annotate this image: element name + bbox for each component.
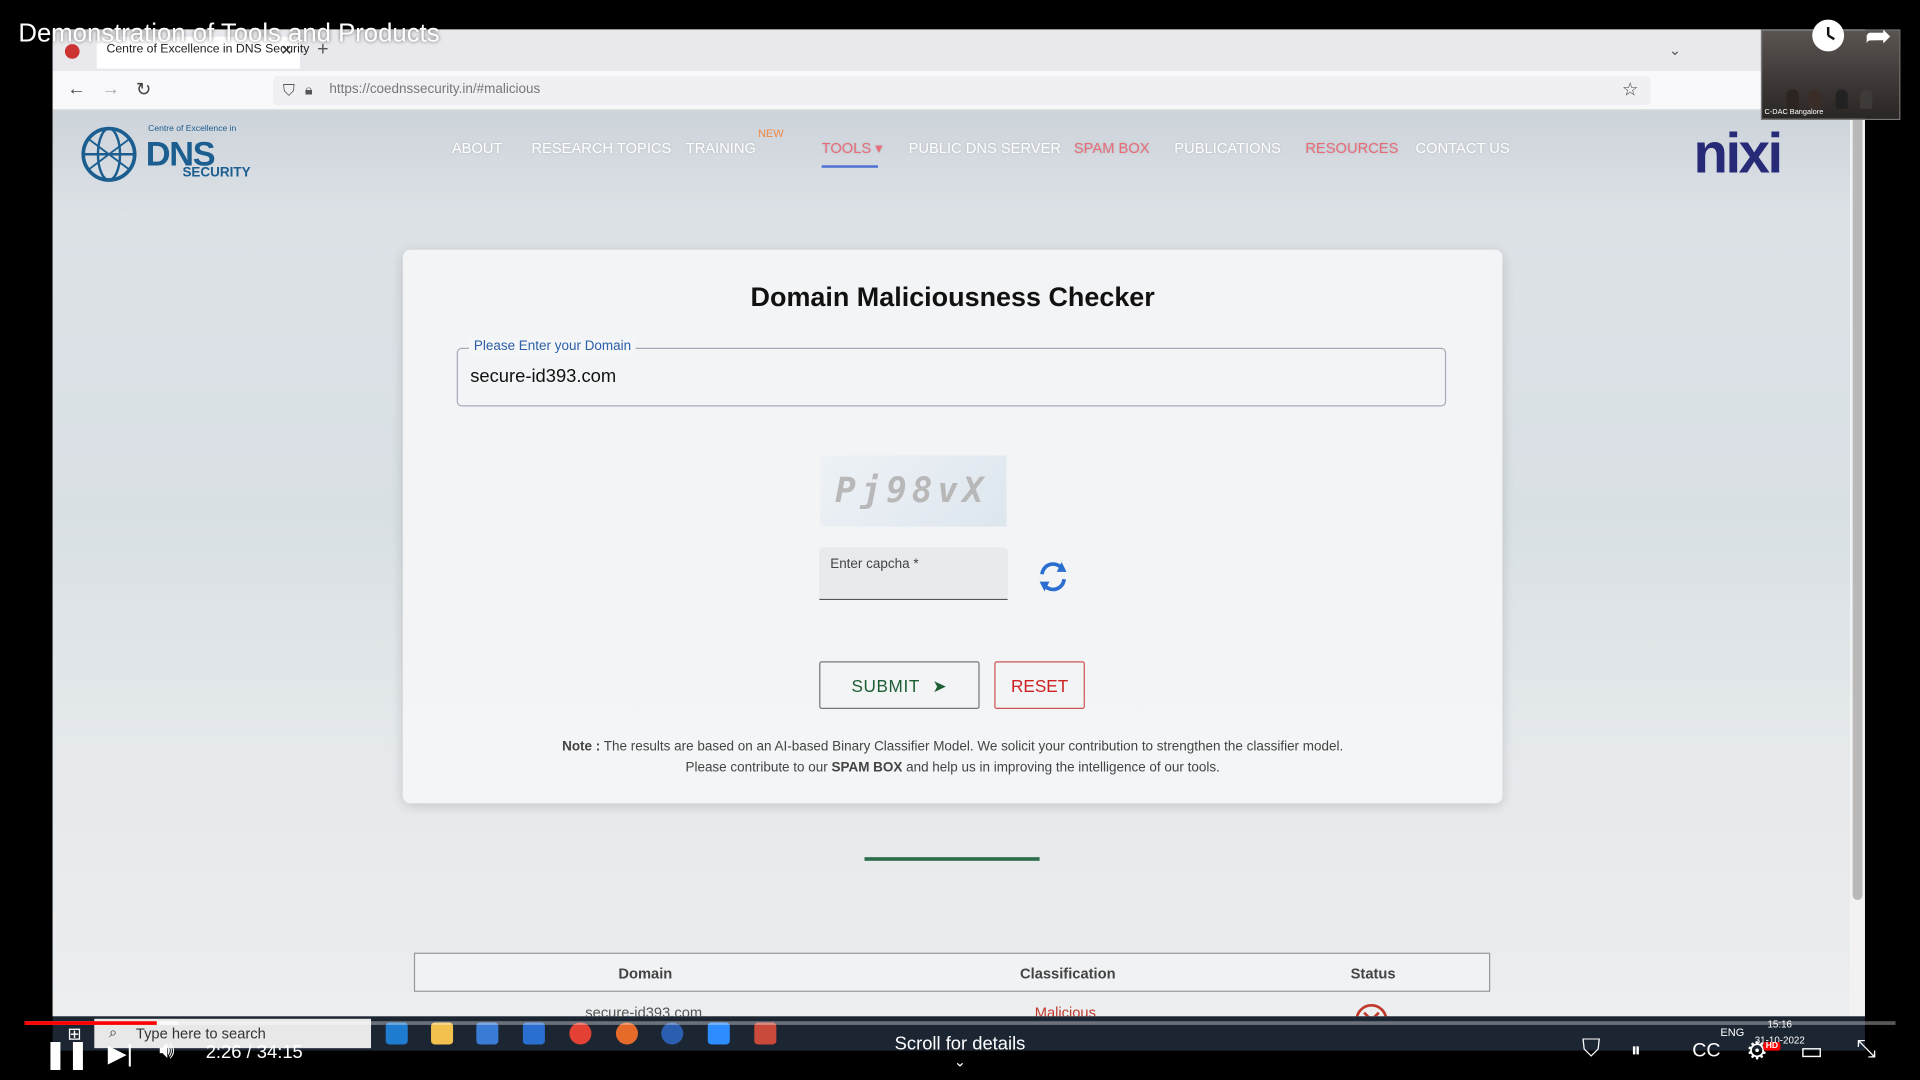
active-nav-underline <box>821 165 878 168</box>
navigation-bar: ← → ↻ ⛉ 🔒︎ https://coednssecurity.in/#ma… <box>52 71 1865 111</box>
progress-bar[interactable] <box>24 1021 1896 1025</box>
scroll-thumb[interactable] <box>1852 110 1863 901</box>
site-logo[interactable]: Centre of Excellence in DNS SECURITY <box>80 125 251 189</box>
header-domain: Domain <box>618 964 673 983</box>
captcha-text: Pj98vX <box>835 470 989 511</box>
logo-security-text: SECURITY <box>182 165 251 181</box>
url-text: https://coednssecurity.in/#malicious <box>329 82 541 97</box>
note-line1: The results are based on an AI-based Bin… <box>600 739 1344 755</box>
caret-down-icon: ▾ <box>875 139 883 157</box>
disclaimer-note: Note : The results are based on an AI-ba… <box>403 737 1503 779</box>
browser-window: Centre of Excellence in DNS Security ✕ +… <box>52 29 1865 1017</box>
lock-icon[interactable]: 🔒︎ <box>305 81 313 99</box>
refresh-captcha-icon[interactable] <box>1035 558 1072 595</box>
domain-field[interactable] <box>456 347 1447 407</box>
send-arrow-icon: ➤ <box>932 675 948 696</box>
page-scrollbar[interactable] <box>1850 110 1865 1017</box>
captcha-input-label: Enter capcha * <box>830 557 919 572</box>
forward-icon[interactable]: → <box>102 78 120 99</box>
submit-button[interactable]: SUBMIT ➤ <box>819 661 980 709</box>
nav-resources[interactable]: RESOURCES <box>1305 140 1398 157</box>
section-indicator <box>864 857 1040 861</box>
captions-icon[interactable]: CC <box>1692 1041 1720 1063</box>
nav-publications[interactable]: PUBLICATIONS <box>1174 140 1281 157</box>
captcha-input[interactable]: Enter capcha * <box>819 547 1008 601</box>
results-table: Domain Classification Status secure-id39… <box>413 952 1491 1017</box>
nav-public-dns-server[interactable]: PUBLIC DNS SERVER <box>909 140 1061 157</box>
hd-badge: HD <box>1763 1042 1781 1051</box>
domain-field-label: Please Enter your Domain <box>468 339 637 354</box>
reload-icon[interactable]: ↻ <box>136 78 151 101</box>
nixi-logo[interactable]: nixi <box>1693 120 1783 186</box>
nav-training[interactable]: TRAINING <box>686 140 756 157</box>
header-status: Status <box>1350 964 1396 983</box>
miniplayer-badge-icon[interactable]: ⛉ <box>1582 1036 1600 1064</box>
nav-contact-us[interactable]: CONTACT US <box>1416 140 1510 157</box>
webcam-label: C-DAC Bangalore <box>1764 108 1824 117</box>
exit-fullscreen-icon[interactable]: ⤡ <box>1856 1036 1876 1064</box>
video-controls: ❚❚ ▶︎| 🔊︎ 2:26 / 34:15 Scroll for detail… <box>0 1011 1920 1080</box>
theater-mode-icon[interactable]: ▭ <box>1800 1036 1823 1067</box>
bookmark-star-icon[interactable]: ☆ <box>1622 78 1638 101</box>
address-bar[interactable]: ⛉ 🔒︎ https://coednssecurity.in/#maliciou… <box>273 75 1651 106</box>
globe-icon <box>81 126 137 182</box>
captcha-image: Pj98vX <box>820 455 1007 527</box>
domain-input[interactable] <box>470 366 1426 387</box>
nixi-logo-text: nixi <box>1693 121 1783 185</box>
note-prefix: Note : <box>562 739 601 755</box>
submit-label: SUBMIT <box>851 675 920 696</box>
note-line2-post: and help us in improving the intelligenc… <box>902 760 1220 776</box>
video-title[interactable]: Demonstration of Tools and Products <box>18 20 439 49</box>
reset-label: RESET <box>1011 675 1069 696</box>
watch-later-icon[interactable] <box>1812 19 1845 52</box>
note-line2-pre: Please contribute to our <box>685 760 832 776</box>
nav-tools-label: TOOLS <box>821 139 872 157</box>
shield-icon[interactable]: ⛉ <box>283 81 295 101</box>
checker-card: Domain Maliciousness Checker Please Ente… <box>402 249 1503 804</box>
video-player: Demonstration of Tools and Products Cent… <box>0 0 1920 1080</box>
nav-about[interactable]: ABOUT <box>452 140 503 157</box>
nav-tools[interactable]: TOOLS ▾ <box>822 140 883 157</box>
reset-button[interactable]: RESET <box>994 661 1085 709</box>
share-icon[interactable]: ➦ <box>1865 17 1892 55</box>
nav-research-topics[interactable]: RESEARCH TOPICS <box>531 140 671 157</box>
chevron-down-icon[interactable]: ⌄ <box>1669 42 1681 59</box>
logo-tagline: Centre of Excellence in <box>148 124 237 134</box>
results-header-row: Domain Classification Status <box>413 952 1491 992</box>
new-badge: NEW <box>757 127 784 140</box>
nav-spam-box[interactable]: SPAM BOX <box>1074 140 1150 157</box>
back-icon[interactable]: ← <box>67 78 85 99</box>
autoplay-toggle-icon[interactable]: ⏸︎ <box>1631 1041 1641 1063</box>
progress-played <box>24 1021 158 1025</box>
web-page: Centre of Excellence in DNS SECURITY ABO… <box>52 110 1851 1017</box>
spam-box-link[interactable]: SPAM BOX <box>831 760 902 775</box>
settings-gear-icon[interactable]: ⚙ <box>1746 1036 1768 1067</box>
checker-title: Domain Maliciousness Checker <box>750 281 1155 313</box>
header-classification: Classification <box>1020 964 1116 983</box>
